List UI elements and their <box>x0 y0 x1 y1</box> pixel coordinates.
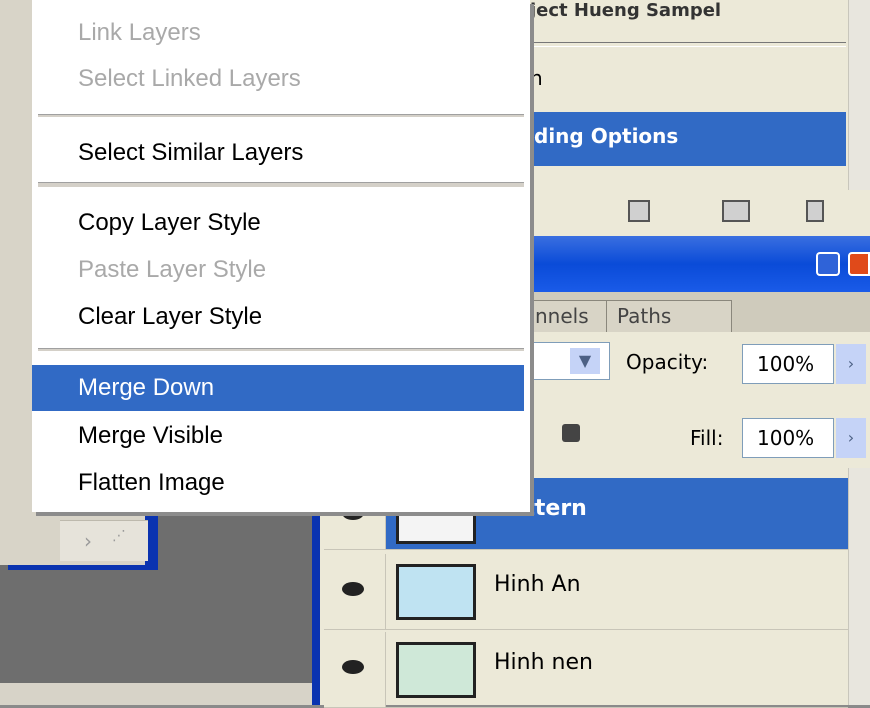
scroll-right-icon[interactable]: › <box>70 528 106 554</box>
menu-item-link-layers: Link Layers <box>78 19 201 46</box>
styles-scrollbar[interactable] <box>848 0 870 190</box>
fill-label: Fill: <box>690 426 724 450</box>
panel-divider <box>530 42 846 47</box>
close-icon[interactable] <box>848 252 870 276</box>
layer-name: Hinh An <box>494 572 581 597</box>
workspace-strip <box>0 683 320 705</box>
layer-name: Hinh nen <box>494 650 593 675</box>
layers-scrollbar[interactable] <box>848 468 870 705</box>
trash-icon[interactable] <box>806 200 824 222</box>
lock-icon[interactable] <box>562 424 580 442</box>
dropdown-arrow-icon[interactable]: ▼ <box>570 348 600 374</box>
eye-icon[interactable] <box>342 660 364 674</box>
menu-item-copy-layer-style[interactable]: Copy Layer Style <box>32 200 524 246</box>
layer-row-hinh-nen[interactable]: Hinh nen <box>324 632 848 708</box>
menu-item-select-linked-layers: Select Linked Layers <box>78 65 301 92</box>
layer-row-hinh-an[interactable]: Hinh An <box>324 554 848 630</box>
camera-icon[interactable] <box>722 200 750 222</box>
style-list-item[interactable]: n <box>530 66 543 90</box>
menu-separator <box>38 114 524 118</box>
tab-channels[interactable]: nnels <box>524 300 616 333</box>
blending-options-item[interactable]: ding Options <box>530 112 846 166</box>
visibility-cell[interactable] <box>324 554 386 629</box>
resize-grip-icon[interactable]: ⋰ <box>112 528 142 554</box>
layer-thumbnail <box>396 564 476 620</box>
visibility-cell[interactable] <box>324 632 386 707</box>
fill-arrow-icon[interactable]: › <box>836 418 866 458</box>
new-layer-icon[interactable] <box>628 200 650 222</box>
layer-thumbnail <box>396 642 476 698</box>
menu-separator <box>38 182 524 188</box>
fill-input[interactable]: 100% <box>742 418 834 458</box>
minimize-icon[interactable] <box>816 252 840 276</box>
eye-icon[interactable] <box>342 582 364 596</box>
opacity-label: Opacity: <box>626 350 709 374</box>
menu-item-flatten-image[interactable]: Flatten Image <box>32 460 524 506</box>
opacity-arrow-icon[interactable]: › <box>836 344 866 384</box>
menu-separator <box>38 348 524 352</box>
menu-item-select-similar-layers[interactable]: Select Similar Layers <box>32 130 524 176</box>
menu-item-merge-down[interactable]: Merge Down <box>32 365 524 411</box>
menu-item-merge-visible[interactable]: Merge Visible <box>32 413 524 459</box>
menu-item-paste-layer-style: Paste Layer Style <box>78 256 267 283</box>
tab-paths[interactable]: Paths <box>606 300 732 333</box>
opacity-input[interactable]: 100% <box>742 344 834 384</box>
layer-context-menu: Link Layers Select Linked Layers Select … <box>32 0 530 512</box>
menu-item-clear-layer-style[interactable]: Clear Layer Style <box>32 294 524 340</box>
panel-header-text: ject Hueng Sampel <box>530 0 722 20</box>
